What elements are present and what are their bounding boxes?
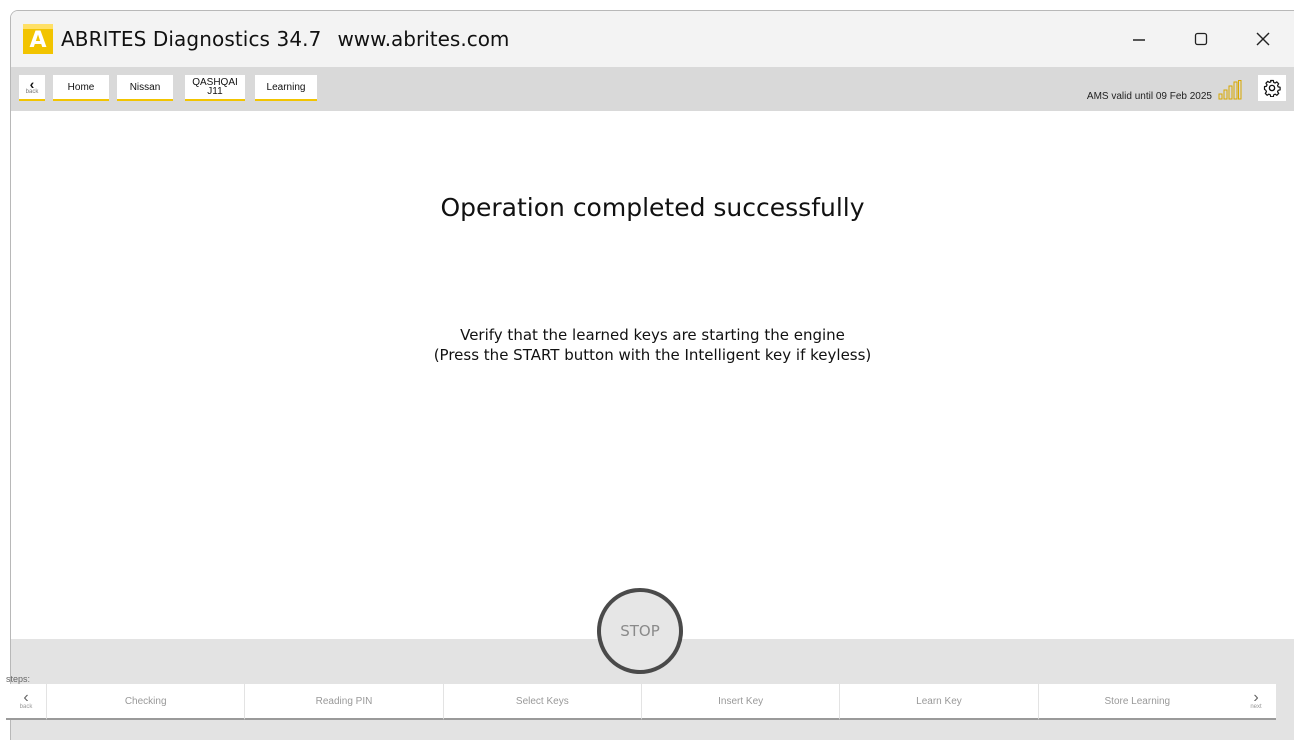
breadcrumb-model[interactable]: QASHQAI J11 xyxy=(185,75,245,101)
main-content: Operation completed successfully Verify … xyxy=(11,111,1294,639)
settings-button[interactable] xyxy=(1258,75,1286,101)
next-arrow-icon: › xyxy=(1253,689,1259,706)
step-list: Checking Reading PIN Select Keys Insert … xyxy=(46,684,1236,720)
steps-back-button[interactable]: ‹ back xyxy=(6,684,46,720)
close-icon xyxy=(1256,32,1270,46)
stop-button[interactable]: STOP xyxy=(597,588,683,674)
breadcrumb-nissan[interactable]: Nissan xyxy=(117,75,173,101)
instruction-line-1: Verify that the learned keys are startin… xyxy=(460,326,845,344)
window-title: ABRITES Diagnostics 34.7 xyxy=(61,27,322,51)
steps-next-label: next xyxy=(1250,704,1262,710)
instruction-message: Verify that the learned keys are startin… xyxy=(11,325,1294,365)
close-button[interactable] xyxy=(1232,11,1294,67)
back-button[interactable]: ‹ back xyxy=(19,75,45,101)
minimize-button[interactable] xyxy=(1108,11,1170,67)
signal-strength-icon xyxy=(1218,80,1242,100)
instruction-line-2: (Press the START button with the Intelli… xyxy=(433,346,872,364)
step-insert-key[interactable]: Insert Key xyxy=(640,684,840,720)
breadcrumb-model-sublabel: J11 xyxy=(207,86,223,97)
steps-label: steps: xyxy=(6,674,31,684)
back-arrow-icon: ‹ xyxy=(29,76,35,92)
breadcrumb-toolbar: ‹ back Home Nissan QASHQAI J11 Learning … xyxy=(11,67,1294,111)
maximize-button[interactable] xyxy=(1170,11,1232,67)
step-reading-pin[interactable]: Reading PIN xyxy=(244,684,443,720)
step-checking[interactable]: Checking xyxy=(46,684,245,720)
steps-back-label: back xyxy=(19,704,33,710)
window-controls xyxy=(1108,11,1294,67)
abrites-logo-icon: A xyxy=(23,24,53,54)
logo-letter: A xyxy=(29,28,47,53)
gear-icon xyxy=(1263,79,1281,97)
steps-bar: ‹ back Checking Reading PIN Select Keys … xyxy=(6,684,1276,720)
breadcrumb-learning[interactable]: Learning xyxy=(255,75,317,101)
page-title: Operation completed successfully xyxy=(440,193,865,222)
title-bar: A ABRITES Diagnostics 34.7 www.abrites.c… xyxy=(11,11,1294,67)
step-learn-key[interactable]: Learn Key xyxy=(839,684,1038,720)
breadcrumb-home[interactable]: Home xyxy=(53,75,109,101)
window-url: www.abrites.com xyxy=(337,27,510,51)
maximize-icon xyxy=(1194,32,1208,46)
back-arrow-icon: ‹ xyxy=(23,689,29,706)
ams-status: AMS valid until 09 Feb 2025 xyxy=(1086,91,1212,102)
step-store-learning[interactable]: Store Learning xyxy=(1037,684,1236,720)
steps-next-button[interactable]: › next xyxy=(1236,684,1276,720)
step-select-keys[interactable]: Select Keys xyxy=(442,684,641,720)
minimize-icon xyxy=(1133,39,1145,41)
back-button-label: back xyxy=(25,89,39,95)
